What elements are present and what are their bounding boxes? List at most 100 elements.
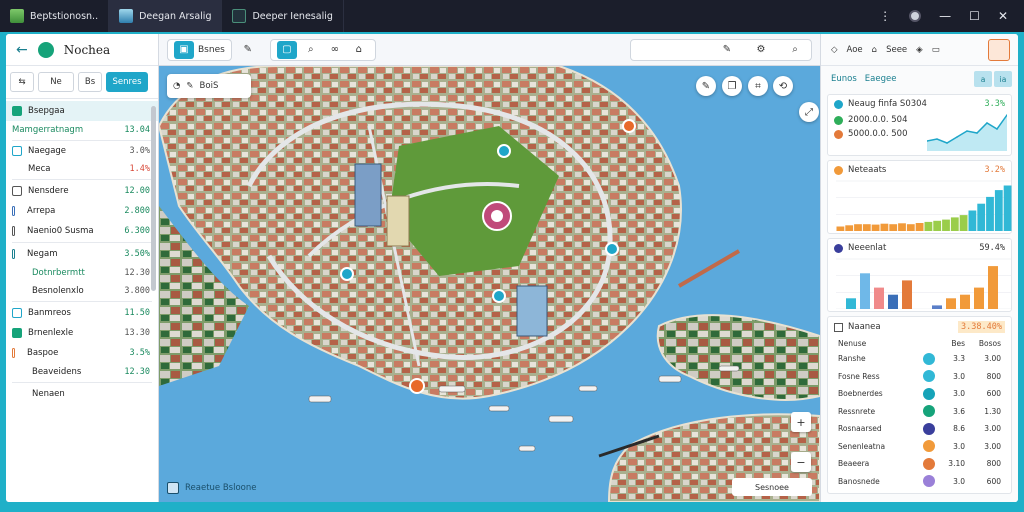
avatar[interactable]: [909, 10, 922, 22]
layers-icon: ▣: [174, 40, 194, 59]
table-row[interactable]: Rosnaarsed 8.6 3.00: [828, 420, 1011, 438]
list-item-value: 12.00: [124, 186, 150, 196]
diamond-icon[interactable]: ◈: [916, 45, 923, 55]
card-title: Neaug finfa S0304: [848, 99, 927, 109]
tool-senres-button[interactable]: Senres: [106, 72, 148, 92]
row-name: Senenleatna: [838, 441, 886, 451]
crop-tool-icon[interactable]: ⌗: [748, 76, 768, 96]
list-item[interactable]: Negam 3.50%: [6, 244, 158, 264]
status-dot: [834, 165, 843, 175]
list-item-value: 11.50: [124, 308, 150, 318]
list-item-value: 2.800: [124, 206, 150, 216]
doc-icon[interactable]: ▭: [932, 45, 940, 55]
tower: [516, 285, 548, 337]
list-item[interactable]: Besnolenxlo 3.800: [6, 282, 158, 300]
select-icon[interactable]: ▢: [276, 40, 297, 59]
browser-tab-1[interactable]: Beptstionosn..: [0, 0, 110, 32]
list-item[interactable]: Naenio0 Susma 6.300: [6, 221, 158, 241]
browser-tab-2[interactable]: Deegan Arsalig: [109, 0, 223, 32]
list-item[interactable]: Arrepa 2.800: [6, 201, 158, 221]
list-item-value: 13.04: [124, 125, 150, 135]
bar: [889, 224, 898, 231]
scrollbar[interactable]: [151, 106, 156, 291]
tag-icon[interactable]: ⌂: [349, 40, 369, 60]
data-point: [956, 136, 958, 138]
view-toggle-b[interactable]: ia: [994, 71, 1012, 87]
zoom-out-button[interactable]: −: [791, 452, 811, 472]
list-item[interactable]: Banmreos 11.50: [6, 303, 158, 323]
row-value-1: 3.0: [953, 441, 965, 451]
list-item[interactable]: Brnenlexle 13.30: [6, 323, 158, 343]
tool-filter-button[interactable]: ⇆: [10, 72, 34, 92]
list-item[interactable]: Bsepgaa: [6, 101, 158, 121]
close-button[interactable]: ✕: [998, 9, 1008, 23]
table-row[interactable]: Senenleatna 3.0 3.00: [828, 438, 1011, 456]
layer-selector[interactable]: ▣ Bsnes: [167, 38, 232, 61]
left-toolbar: ⇆ Ne Bs Senres: [6, 66, 158, 99]
search-icon[interactable]: ⌕: [301, 40, 321, 60]
map-canvas[interactable]: [159, 66, 820, 502]
copy-tool-icon[interactable]: ❐: [722, 76, 742, 96]
table-row[interactable]: Boebnerdes 3.0 600: [828, 385, 1011, 403]
bar: [906, 224, 915, 231]
table-row[interactable]: Ranshe 3.3 3.00: [828, 350, 1011, 368]
bar: [974, 287, 984, 309]
pin-tool-icon[interactable]: ✎: [238, 40, 258, 60]
map-search-chip[interactable]: ◔ ✎ BoiS: [167, 74, 251, 98]
list-item[interactable]: Naegage 3.0%: [6, 142, 158, 160]
stats-card-2: Neteaats 3.2%: [827, 160, 1012, 234]
zoom-in-button[interactable]: +: [791, 412, 811, 432]
card-value: 3.3%: [984, 99, 1005, 109]
shape-icon[interactable]: ◇: [831, 45, 838, 55]
row-name: Ressnrete: [838, 406, 876, 416]
list-item[interactable]: Dotnrbermtt 12.30: [6, 264, 158, 282]
settings-icon[interactable]: ⚙: [751, 40, 771, 60]
table-row[interactable]: Beaeera 3.10 800: [828, 455, 1011, 473]
map-footer-label: Reaetue Bsloone: [185, 483, 257, 493]
list-item[interactable]: Nenaen: [6, 384, 158, 404]
edit-icon[interactable]: ✎: [717, 40, 737, 60]
bar: [880, 223, 889, 231]
pencil-icon: ✎: [186, 81, 194, 91]
stats-card-3: Neeenlat 59.4%: [827, 238, 1012, 312]
list-item[interactable]: Beaveidens 12.30: [6, 363, 158, 381]
draw-tool-icon[interactable]: ✎: [696, 76, 716, 96]
series-color-dot: [923, 422, 935, 435]
back-arrow-icon[interactable]: ←: [16, 42, 28, 58]
share-tool-icon[interactable]: ⟲: [773, 76, 793, 96]
layer-toggle-icon[interactable]: [167, 482, 179, 494]
bar: [924, 221, 933, 231]
bar: [946, 298, 956, 309]
table-row[interactable]: Ressnrete 3.6 1.30: [828, 403, 1011, 421]
list-item[interactable]: Nensdere 12.00: [6, 181, 158, 201]
pin: [340, 267, 354, 281]
table-row[interactable]: Banosnede 3.0 600: [828, 473, 1011, 491]
zoom-search-icon[interactable]: ⌕: [785, 40, 805, 60]
table-row[interactable]: Fosne Ress 3.0 800: [828, 368, 1011, 386]
sub-label-2[interactable]: Eaegee: [865, 74, 897, 84]
row-value-1: 3.10: [948, 459, 965, 469]
chart-icon: [232, 9, 247, 23]
map-area[interactable]: ▣ Bsnes ✎ ▢ ⌕ ∞ ⌂ ✎ ⚙ ⌕ ◔ ✎ BoiS ✎ ❐ ⌗ ⟲…: [159, 34, 820, 502]
tag-icon[interactable]: ⌂: [872, 45, 877, 55]
row-value-1: 3.6: [953, 406, 965, 416]
tool-ne-button[interactable]: Ne: [38, 72, 74, 92]
list-item[interactable]: Baspoe 3.5%: [6, 343, 158, 363]
list-item[interactable]: Mamgerratnagm 13.04: [6, 121, 158, 139]
list-item-value: 1.4%: [129, 164, 150, 174]
more-icon[interactable]: ⋮: [879, 9, 891, 23]
browser-tab-3[interactable]: Deeper Ienesalig: [222, 0, 344, 32]
tool-bs-button[interactable]: Bs: [78, 72, 102, 92]
layer-icon: [12, 348, 15, 358]
link-icon[interactable]: ∞: [325, 40, 345, 60]
list-item[interactable]: Meca 1.4%: [6, 160, 158, 178]
tab-label: Deeper Ienesalig: [252, 10, 333, 22]
export-icon[interactable]: [988, 38, 1010, 61]
maximize-button[interactable]: ☐: [969, 9, 980, 23]
minimize-button[interactable]: —: [939, 9, 951, 23]
view-toggle-a[interactable]: a: [974, 71, 992, 87]
sub-label-1[interactable]: Eunos: [831, 74, 857, 84]
list-item-label: Nenaen: [32, 389, 65, 399]
bar: [860, 273, 870, 309]
fullscreen-icon[interactable]: ⤢: [799, 102, 819, 122]
